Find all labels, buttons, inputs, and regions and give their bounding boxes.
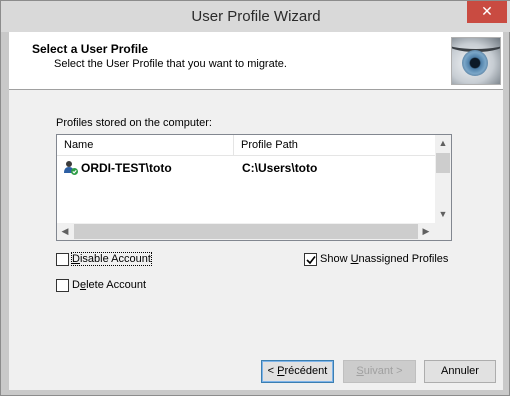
eye-logo-icon — [451, 37, 501, 85]
window-title: User Profile Wizard — [191, 8, 321, 25]
scroll-left-icon[interactable]: ◀ — [57, 223, 73, 240]
scrollbar-corner — [435, 223, 451, 240]
page-title: Select a User Profile — [32, 42, 149, 56]
list-header: Name Profile Path — [57, 135, 435, 156]
profile-name: ORDI-TEST\toto — [81, 161, 172, 175]
checkbox-box[interactable] — [56, 253, 69, 266]
disable-account-checkbox[interactable]: Disable Account — [56, 252, 152, 268]
checkmark-icon — [306, 256, 316, 265]
title-bar[interactable]: User Profile Wizard ✕ — [1, 1, 510, 32]
delete-account-label: Delete Account — [72, 279, 147, 291]
show-unassigned-profiles-label: Show Unassigned Profiles — [320, 253, 449, 265]
wizard-window: User Profile Wizard ✕ Select a User Prof… — [0, 0, 510, 396]
vertical-scrollbar[interactable]: ▲ ▼ — [435, 135, 451, 223]
profile-path: C:\Users\toto — [242, 161, 318, 175]
scroll-right-icon[interactable]: ▶ — [418, 223, 434, 240]
wizard-client-area: Select a User Profile Select the User Pr… — [9, 32, 503, 390]
profiles-list[interactable]: Name Profile Path ORDI-TEST\toto C:\User… — [56, 134, 452, 241]
vertical-scroll-thumb[interactable] — [436, 153, 450, 173]
checkbox-box[interactable] — [56, 279, 69, 292]
next-button[interactable]: Suivant > — [343, 360, 416, 383]
page-subtitle: Select the User Profile that you want to… — [54, 58, 287, 70]
delete-account-checkbox[interactable]: Delete Account — [56, 278, 151, 294]
close-button[interactable]: ✕ — [467, 1, 507, 23]
scroll-down-icon[interactable]: ▼ — [435, 206, 451, 223]
list-item[interactable]: ORDI-TEST\toto C:\Users\toto — [57, 157, 435, 179]
checkbox-box-checked[interactable] — [304, 253, 317, 266]
column-header-profile-path[interactable]: Profile Path — [234, 135, 435, 156]
wizard-header: Select a User Profile Select the User Pr… — [9, 32, 503, 90]
user-profile-icon — [64, 161, 78, 175]
horizontal-scrollbar[interactable]: ◀ ▶ — [57, 223, 435, 240]
cancel-button[interactable]: Annuler — [424, 360, 496, 383]
horizontal-scroll-thumb[interactable] — [74, 224, 418, 239]
back-button[interactable]: < Précédent — [261, 360, 334, 383]
scroll-up-icon[interactable]: ▲ — [435, 135, 451, 152]
profiles-list-label: Profiles stored on the computer: — [56, 117, 212, 129]
column-header-name[interactable]: Name — [57, 135, 234, 156]
show-unassigned-profiles-checkbox[interactable]: Show Unassigned Profiles — [304, 252, 449, 268]
disable-account-label: Disable Account — [71, 252, 152, 266]
